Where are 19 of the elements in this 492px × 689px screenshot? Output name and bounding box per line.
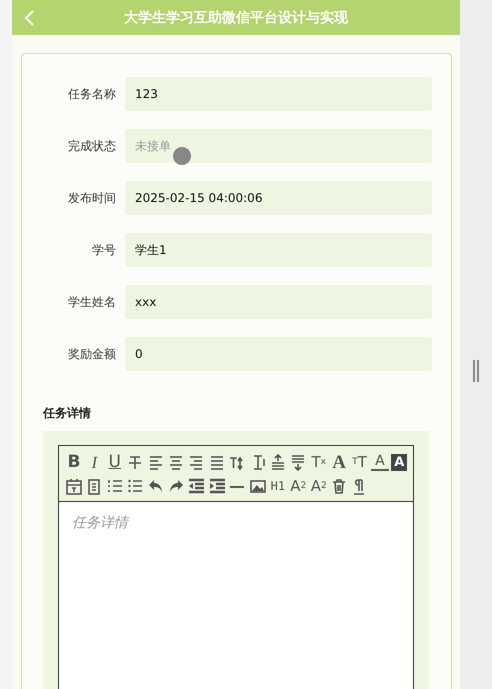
outdent-icon[interactable] <box>187 476 206 496</box>
input-field[interactable]: 学生1 <box>125 233 432 267</box>
resize-handle-icon[interactable] <box>473 360 479 382</box>
input-field[interactable]: 2025-02-15 04:00:06 <box>125 181 432 215</box>
highlight-icon[interactable]: A <box>391 454 408 470</box>
page-title: 大学生学习互助微信平台设计与实现 <box>123 8 349 26</box>
calendar-icon[interactable] <box>65 476 83 496</box>
section-title: 任务详情 <box>43 405 92 422</box>
input-field[interactable]: 123 <box>125 77 432 111</box>
field-label: 学号 <box>91 242 116 258</box>
field-label: 奖励金额 <box>67 346 116 362</box>
indent-icon[interactable] <box>208 476 226 496</box>
input-field[interactable]: 未接单 <box>125 129 432 163</box>
field-label: 发布时间 <box>67 190 116 206</box>
input-field[interactable]: 0 <box>125 337 432 371</box>
input-field[interactable]: xxx <box>125 285 432 319</box>
field-label: 学生姓名 <box>67 294 116 310</box>
field-label: 任务名称 <box>67 86 116 102</box>
field-label: 完成状态 <box>67 138 116 154</box>
